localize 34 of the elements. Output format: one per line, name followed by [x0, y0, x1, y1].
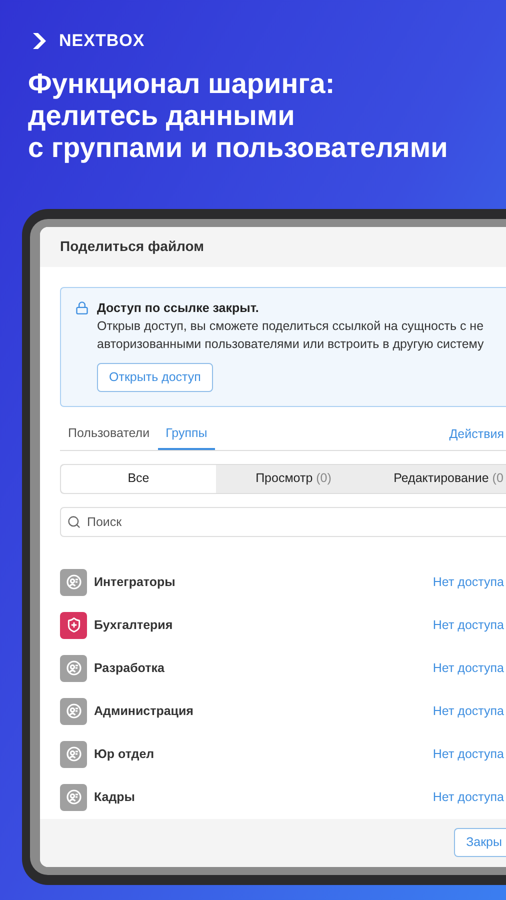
notice-title: Доступ по ссылке закрыт.: [97, 300, 260, 316]
tab[interactable]: Группы: [158, 420, 216, 450]
close-button[interactable]: Закры: [454, 828, 506, 857]
group-name: Юр отдел: [94, 746, 154, 763]
tab[interactable]: Пользователи: [60, 420, 158, 450]
group-name: Администрация: [94, 702, 194, 720]
access-link[interactable]: Нет доступа: [432, 658, 506, 678]
search-field[interactable]: Поиск: [60, 506, 506, 536]
group-name: Интеграторы: [94, 574, 176, 591]
search-icon: [67, 514, 81, 528]
filter-tab[interactable]: Все: [61, 464, 216, 492]
access-link[interactable]: Нет доступа: [432, 744, 506, 764]
group-name: Бухгалтерия: [94, 616, 173, 634]
filter-tab[interactable]: Редактирование (0: [371, 464, 506, 492]
lock-icon: [75, 300, 89, 314]
group-icon: [66, 574, 82, 590]
access-link[interactable]: Нет доступа: [432, 616, 506, 634]
open-access-button[interactable]: Открыть доступ: [97, 362, 213, 392]
group-name: Разработка: [94, 660, 164, 677]
headline: Функционал шаринга: делитесь данными с группами и пользователями: [27, 68, 449, 164]
access-link[interactable]: Нет доступа: [432, 788, 506, 806]
group-icon: [66, 703, 82, 719]
access-link[interactable]: Нет доступа: [432, 572, 506, 592]
shield-icon: [66, 617, 82, 633]
group-icon: [66, 660, 82, 676]
group-icon: [66, 746, 82, 762]
notice-text: Открыв доступ, вы сможете поделиться ссылкой на сущность с не авторизованными пользователями или встроить в другую систему: [97, 318, 485, 352]
filter-tab[interactable]: Просмотр (0): [216, 464, 371, 492]
brand-name: NEXTBOX: [59, 30, 145, 52]
dialog-title: Поделиться файлом: [60, 237, 204, 256]
access-link[interactable]: Нет доступа: [432, 702, 506, 720]
group-name: Кадры: [94, 788, 135, 806]
actions-link[interactable]: Действия: [449, 420, 506, 450]
group-icon: [66, 789, 82, 805]
